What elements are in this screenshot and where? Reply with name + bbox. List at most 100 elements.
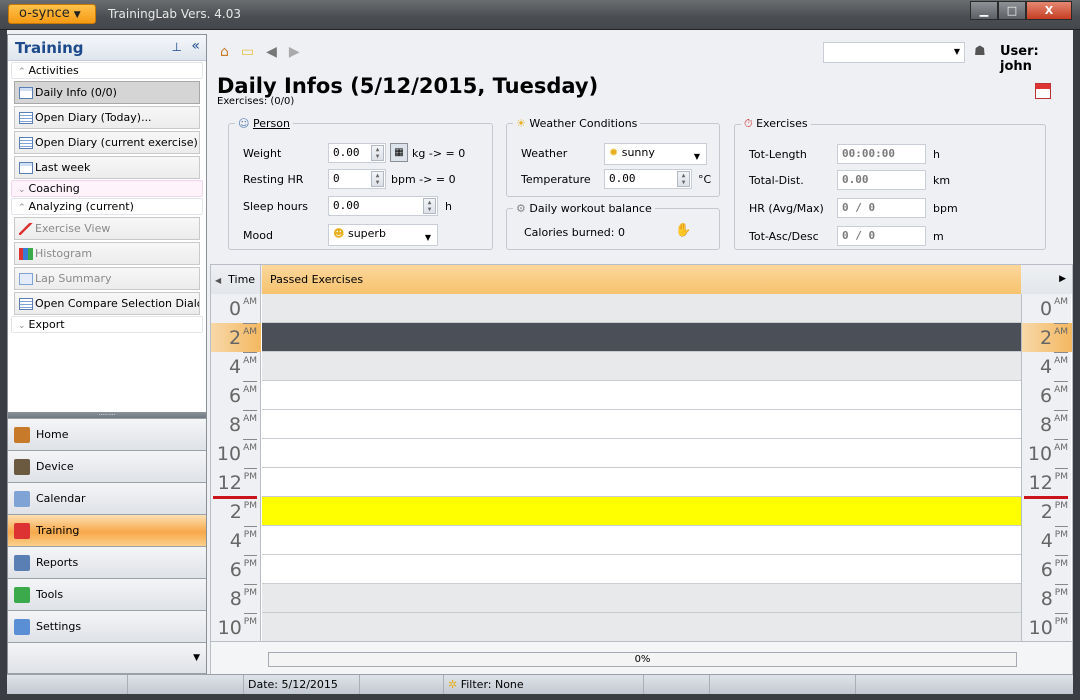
nav-item-home[interactable]: Home (8, 418, 206, 450)
minimize-button[interactable]: ▁ (970, 1, 998, 20)
diary-icon (19, 111, 33, 124)
nav-overflow-button[interactable]: ▼ (8, 642, 206, 674)
weather-legend: ☀ Weather Conditions (516, 117, 638, 130)
calendar-icon[interactable] (1035, 83, 1051, 99)
pin-icon[interactable]: ⊥ (172, 40, 182, 54)
weather-group: ☀ Weather Conditions Weather ✹ sunny ▼ Te… (506, 117, 720, 197)
task-item[interactable]: Open Diary (Today)... (14, 106, 200, 129)
chevron-up-icon: ⌃ (18, 67, 26, 77)
temperature-spinner[interactable]: ▲ ▼ (677, 171, 690, 187)
weight-field[interactable]: 0.00 ▲ ▼ (328, 143, 386, 163)
temperature-field[interactable]: 0.00 ▲ ▼ (604, 169, 692, 189)
schedule-row[interactable] (262, 352, 1021, 381)
hour-label: 12 (217, 472, 242, 494)
weather-select[interactable]: ✹ sunny ▼ (604, 143, 707, 165)
schedule-row[interactable] (262, 526, 1021, 555)
sleep-hours-spinner[interactable]: ▲ ▼ (423, 198, 436, 214)
schedule-row[interactable] (262, 439, 1021, 468)
nav-label: Reports (36, 556, 79, 569)
nav-item-training[interactable]: Training (8, 514, 206, 546)
schedule-row[interactable] (262, 497, 1021, 526)
status-cell-empty (855, 675, 1073, 694)
nav-label: Home (36, 428, 69, 441)
calculator-icon[interactable]: ▦ (390, 143, 408, 162)
schedule-row[interactable] (262, 613, 1021, 642)
dropdown-arrow-icon: ▼ (424, 233, 431, 242)
ampm-label: PM (1054, 468, 1068, 485)
asc-desc-field: 0 / 0 (837, 226, 926, 246)
time-slot-label: 12 PM (211, 468, 261, 497)
nav-item-calendar[interactable]: Calendar (8, 482, 206, 514)
current-time-indicator (1024, 496, 1068, 499)
folder-icon[interactable]: ▭ (241, 44, 254, 60)
group-header-activities[interactable]: ⌃ Activities (11, 62, 203, 79)
back-arrow-icon[interactable]: ◀ (266, 44, 277, 60)
sleep-hours-unit: h (445, 200, 452, 213)
time-slot-label: 0 AM (1022, 294, 1072, 323)
nav-item-device[interactable]: Device (8, 450, 206, 482)
histogram-icon (19, 247, 33, 260)
collapse-sidebar-button[interactable]: « (191, 38, 200, 54)
time-column-left: 0 AM 2 AM 4 AM 6 AM 8 AM 10 AM 12 PM 2 PM 4 PM 6 PM 8 PM 10 PM (211, 294, 261, 641)
sidebar: Training ⊥ « ⌃ Activities Daily Info (0/0)… (7, 34, 207, 674)
ampm-label: AM (243, 297, 257, 307)
home-icon[interactable]: ⌂ (220, 44, 229, 60)
sleep-hours-field[interactable]: 0.00 ▲ ▼ (328, 196, 438, 216)
time-slot-label: 8 AM (211, 410, 261, 439)
device-icon (14, 458, 30, 475)
compare-icon (19, 297, 33, 310)
window-title: TrainingLab Vers. 4.03 (108, 7, 242, 21)
group-header-coaching[interactable]: ⌄ Coaching (11, 180, 203, 197)
lap-summary-icon (19, 272, 33, 285)
maximize-button[interactable]: □ (998, 1, 1026, 20)
weather-value: sunny (621, 146, 655, 159)
user-combo[interactable]: ▼ (823, 42, 965, 63)
schedule-row[interactable] (262, 381, 1021, 410)
task-label: Open Diary (Today)... (35, 111, 152, 124)
nav-label: Device (36, 460, 74, 473)
app-menu-label: o-synce (19, 6, 70, 21)
calendar-icon (19, 86, 33, 99)
nav-item-settings[interactable]: Settings (8, 610, 206, 642)
app-menu-button[interactable]: o-synce ▼ (8, 4, 96, 24)
person-icon: ☺ (238, 117, 250, 130)
task-item[interactable]: Daily Info (0/0) (14, 81, 200, 104)
weather-label: Weather (521, 147, 568, 160)
mood-select[interactable]: ☻ superb ▼ (328, 224, 438, 246)
app-frame: Training ⊥ « ⌃ Activities Daily Info (0/0)… (7, 30, 1073, 693)
group-header-export[interactable]: ⌄ Export (11, 316, 203, 333)
group-header-analyzing[interactable]: ⌃ Analyzing (current) (11, 198, 203, 215)
resting-hr-spinner[interactable]: ▲ ▼ (371, 171, 384, 187)
sun-icon: ✹ (609, 146, 619, 159)
task-item[interactable]: Open Compare Selection Dialo... (14, 292, 200, 315)
resting-hr-field[interactable]: 0 ▲ ▼ (328, 169, 386, 189)
time-slot-label: 10 AM (211, 439, 261, 468)
nav-label: Calendar (36, 492, 86, 505)
task-item[interactable]: Open Diary (current exercise)... (14, 131, 200, 154)
weight-spinner[interactable]: ▲ ▼ (371, 145, 384, 161)
schedule-row[interactable] (262, 555, 1021, 584)
schedule-row[interactable] (262, 323, 1021, 352)
nav-item-tools[interactable]: Tools (8, 578, 206, 610)
ampm-label: PM (243, 584, 257, 601)
schedule-row[interactable] (262, 584, 1021, 613)
forward-arrow-icon[interactable]: ▶ (289, 44, 300, 60)
schedule-row[interactable] (262, 410, 1021, 439)
users-icon[interactable]: ☗ (974, 44, 986, 59)
hour-label: 6 (1040, 559, 1053, 581)
nav-item-reports[interactable]: Reports (8, 546, 206, 578)
schedule-row[interactable] (262, 294, 1021, 323)
passed-exercises-header[interactable]: Passed Exercises (262, 265, 1021, 294)
task-item[interactable]: Histogram (14, 242, 200, 265)
ampm-label: AM (1054, 381, 1068, 398)
time-slot-label: 10 PM (1022, 613, 1072, 642)
task-item[interactable]: Exercise View (14, 217, 200, 240)
task-item[interactable]: Lap Summary (14, 267, 200, 290)
close-button[interactable]: X (1026, 1, 1072, 20)
scroll-right-icon[interactable]: ▶ (1021, 265, 1072, 294)
hour-label: 10 (217, 617, 242, 639)
task-item[interactable]: Last week (14, 156, 200, 179)
scroll-left-icon[interactable]: ◀ (215, 276, 221, 285)
schedule-row[interactable] (262, 468, 1021, 497)
hour-label: 2 (1040, 501, 1053, 523)
